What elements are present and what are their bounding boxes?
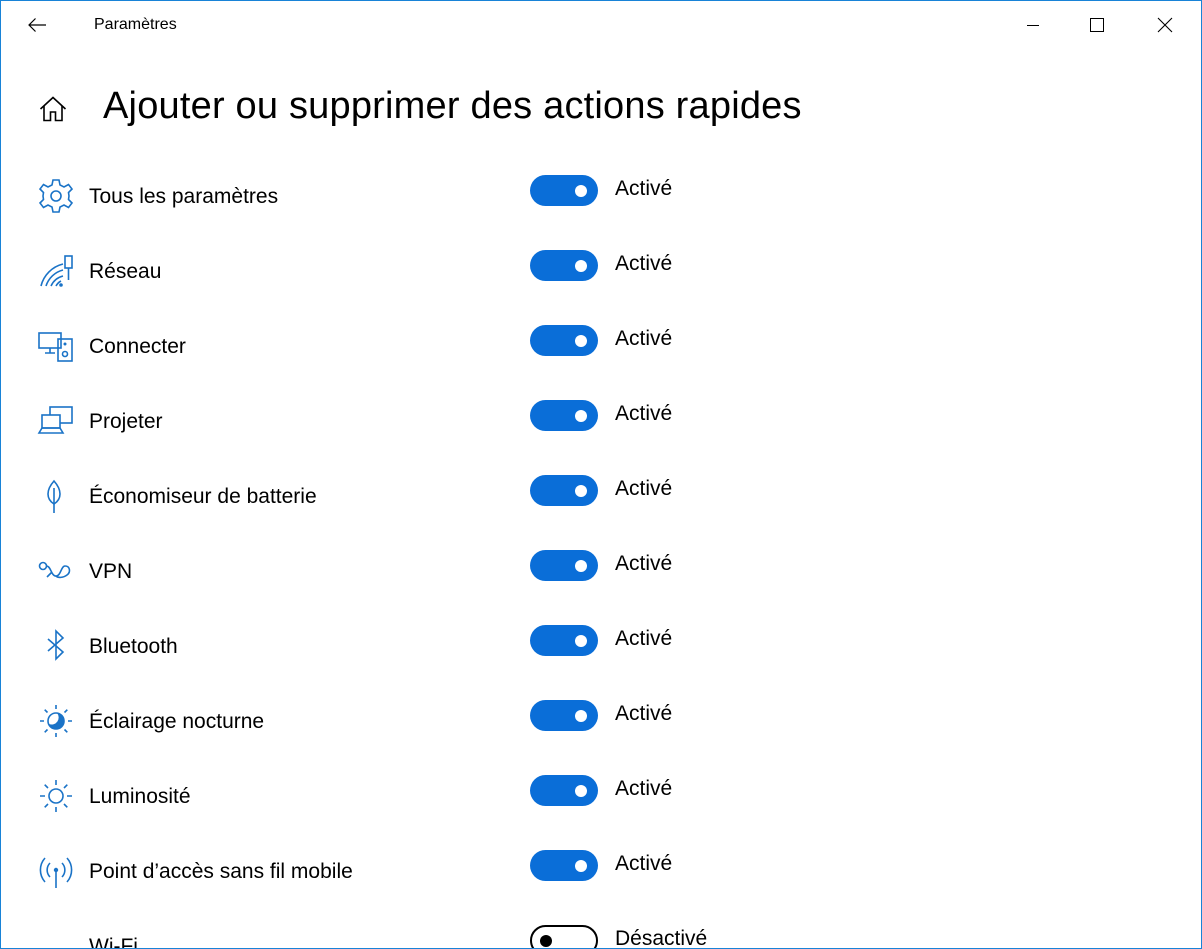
quick-action-row-night-light: Éclairage nocturne Activé — [1, 686, 1201, 761]
quick-action-label: Connecter — [89, 335, 186, 358]
quick-action-row-network: Réseau Activé — [1, 236, 1201, 311]
toggle-knob — [575, 859, 587, 872]
toggle-knob — [540, 934, 552, 947]
connect-icon — [37, 327, 75, 365]
quick-action-label: Projeter — [89, 410, 163, 433]
project-icon — [37, 402, 75, 440]
quick-action-label: Bluetooth — [89, 635, 178, 658]
toggle-switch[interactable] — [530, 625, 598, 656]
quick-action-row-project: Projeter Activé — [1, 386, 1201, 461]
back-button[interactable] — [14, 7, 60, 43]
window-title: Paramètres — [94, 16, 177, 33]
toggle-switch[interactable] — [530, 325, 598, 356]
night-light-icon — [37, 702, 75, 740]
toggle-knob — [575, 484, 587, 497]
quick-action-row-brightness: Luminosité Activé — [1, 761, 1201, 836]
quick-action-label: Point d’accès sans fil mobile — [89, 860, 353, 883]
battery-saver-leaf-icon — [37, 477, 75, 515]
title-bar: Paramètres — [1, 1, 1201, 49]
toggle-knob — [575, 184, 587, 197]
settings-window: Paramètres Ajouter ou supprimer des acti… — [0, 0, 1202, 949]
toggle-knob — [575, 259, 587, 272]
gear-icon — [37, 177, 75, 215]
quick-action-label: Luminosité — [89, 785, 191, 808]
quick-action-row-battery-saver: Économiseur de batterie Activé — [1, 461, 1201, 536]
quick-action-label: Réseau — [89, 260, 162, 283]
toggle-state-label: Activé — [615, 627, 673, 650]
toggle-knob — [575, 784, 587, 797]
toggle-knob — [575, 634, 587, 647]
toggle-state-label: Désactivé — [615, 927, 708, 949]
minimize-icon — [1027, 19, 1039, 31]
quick-action-label: Économiseur de batterie — [89, 485, 317, 508]
toggle-state-label: Activé — [615, 552, 673, 575]
toggle-switch[interactable] — [530, 850, 598, 881]
maximize-icon — [1090, 18, 1104, 32]
back-arrow-icon — [27, 17, 47, 33]
toggle-state-label: Activé — [615, 777, 673, 800]
quick-action-label: Éclairage nocturne — [89, 710, 265, 733]
toggle-state-label: Activé — [615, 177, 673, 200]
maximize-button[interactable] — [1074, 1, 1120, 49]
toggle-switch[interactable] — [530, 175, 598, 206]
quick-action-row-mobile-hotspot: Point d’accès sans fil mobile Activé — [1, 836, 1201, 911]
toggle-knob — [575, 409, 587, 422]
quick-action-label: Tous les paramètres — [89, 185, 279, 208]
quick-action-row-all-settings: Tous les paramètres Activé — [1, 161, 1201, 236]
home-icon — [38, 95, 68, 123]
brightness-icon — [37, 777, 75, 815]
close-icon — [1157, 17, 1173, 33]
toggle-state-label: Activé — [615, 852, 673, 875]
toggle-switch[interactable] — [530, 775, 598, 806]
vpn-icon — [37, 552, 75, 590]
quick-action-label: VPN — [89, 560, 133, 583]
wifi-icon — [37, 927, 75, 948]
toggle-state-label: Activé — [615, 477, 673, 500]
toggle-knob — [575, 559, 587, 572]
mobile-hotspot-icon — [37, 852, 75, 890]
network-icon — [37, 252, 75, 290]
quick-action-row-vpn: VPN Activé — [1, 536, 1201, 611]
close-button[interactable] — [1142, 1, 1188, 49]
toggle-knob — [575, 334, 587, 347]
quick-action-row-connect: Connecter Activé — [1, 311, 1201, 386]
quick-action-row-bluetooth: Bluetooth Activé — [1, 611, 1201, 686]
toggle-state-label: Activé — [615, 402, 673, 425]
bluetooth-icon — [37, 627, 75, 665]
toggle-switch[interactable] — [530, 475, 598, 506]
minimize-button[interactable] — [1010, 1, 1056, 49]
page-title: Ajouter ou supprimer des actions rapides — [103, 85, 802, 127]
toggle-state-label: Activé — [615, 252, 673, 275]
toggle-switch[interactable] — [530, 250, 598, 281]
toggle-switch[interactable] — [530, 400, 598, 431]
toggle-knob — [575, 709, 587, 722]
home-button[interactable] — [37, 93, 69, 125]
quick-action-row-wifi: Wi-Fi Désactivé — [1, 911, 1201, 949]
toggle-state-label: Activé — [615, 702, 673, 725]
toggle-switch[interactable] — [530, 700, 598, 731]
quick-action-label: Wi-Fi — [89, 935, 138, 949]
toggle-switch[interactable] — [530, 550, 598, 581]
toggle-state-label: Activé — [615, 327, 673, 350]
toggle-switch[interactable] — [530, 925, 598, 948]
